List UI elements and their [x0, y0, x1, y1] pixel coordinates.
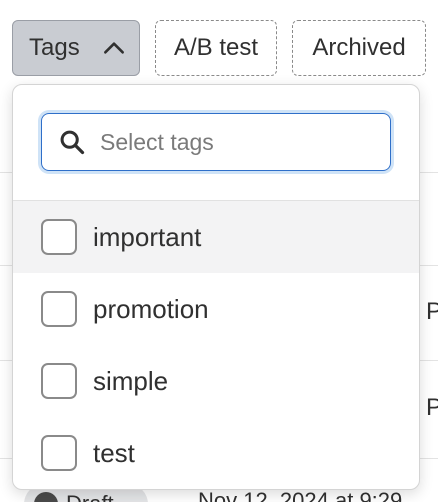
- tag-option-important[interactable]: important: [13, 201, 419, 273]
- search-input[interactable]: [100, 128, 380, 156]
- tags-dropdown: important promotion simple test: [12, 84, 420, 490]
- tag-option-test[interactable]: test: [13, 417, 419, 489]
- row-date: Nov 12, 2024 at 9:29: [198, 488, 403, 502]
- tags-filter-button[interactable]: Tags: [12, 20, 140, 76]
- ab-test-filter-button[interactable]: A/B test: [155, 20, 277, 76]
- tag-option-label: test: [93, 437, 135, 468]
- tag-option-label: simple: [93, 365, 169, 396]
- search-field[interactable]: [41, 113, 391, 171]
- tag-options-list: important promotion simple test: [13, 201, 419, 489]
- checkbox[interactable]: [41, 291, 77, 327]
- status-badge-label: Draft: [66, 491, 114, 502]
- search-section: [13, 85, 419, 201]
- tag-option-label: important: [93, 221, 202, 252]
- tags-filter-label: Tags: [29, 34, 80, 61]
- checkbox[interactable]: [41, 363, 77, 399]
- search-icon: [60, 130, 85, 155]
- page: 9 P 9 P Draft Nov 12, 2024 at 9:29 Tags …: [0, 0, 438, 502]
- checkbox[interactable]: [41, 435, 77, 471]
- tag-option-simple[interactable]: simple: [13, 345, 419, 417]
- chevron-up-icon: [104, 42, 124, 54]
- checkbox[interactable]: [41, 219, 77, 255]
- tag-option-promotion[interactable]: promotion: [13, 273, 419, 345]
- archived-filter-button[interactable]: Archived: [292, 20, 426, 76]
- tag-option-label: promotion: [93, 293, 209, 324]
- filter-bar: Tags A/B test Archived: [12, 20, 426, 76]
- draft-icon: [34, 492, 58, 502]
